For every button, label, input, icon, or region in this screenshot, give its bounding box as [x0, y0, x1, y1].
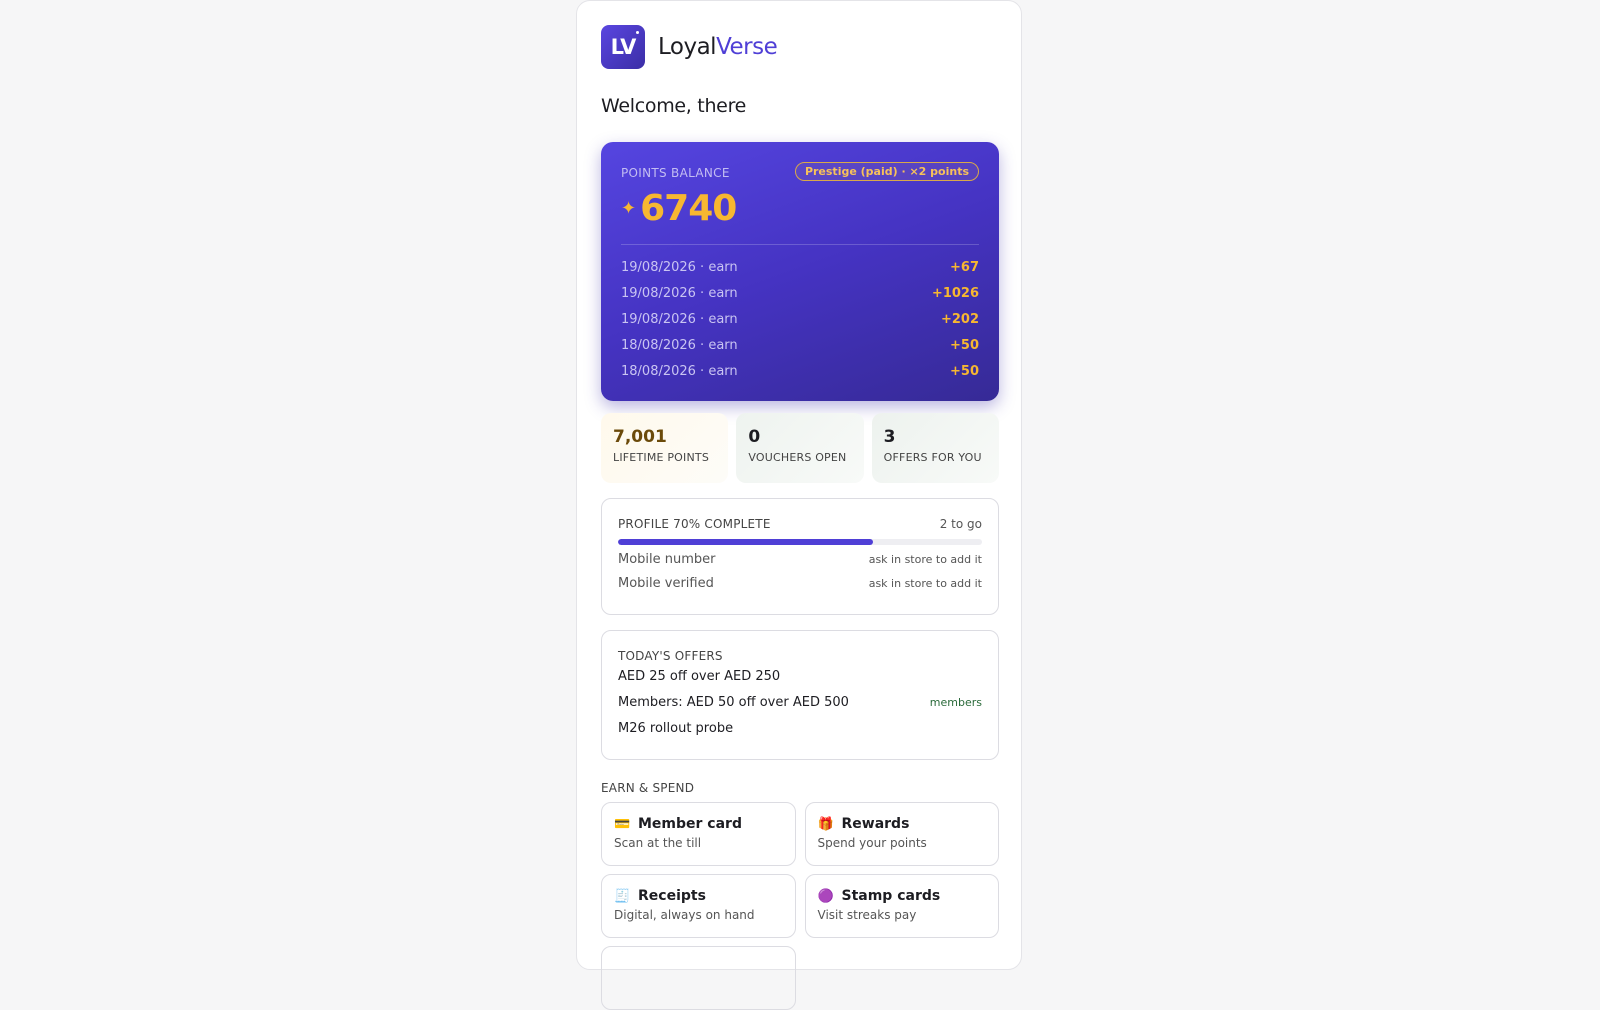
stats-row: 7,001 LIFETIME POINTS 0 VOUCHERS OPEN 3 …	[601, 413, 999, 483]
tile-rewards[interactable]: 🎁 Rewards Spend your points	[804, 802, 999, 866]
stat-offers-for-you[interactable]: 3 OFFERS FOR YOU	[871, 413, 999, 483]
stat-label: OFFERS FOR YOU	[883, 451, 982, 464]
tier-badge: Prestige (paid) · ×2 points	[794, 162, 979, 181]
transaction-row: 18/08/2026 · earn +50	[621, 333, 979, 359]
app-container: LV LoyalVerse Welcome, there POINTS BALA…	[576, 0, 1022, 1010]
profile-progress-bar	[618, 539, 982, 545]
profile-title: PROFILE 70% COMPLETE	[618, 517, 771, 531]
welcome-heading: Welcome, there	[601, 95, 747, 117]
transaction-desc: 19/08/2026 · earn	[621, 260, 738, 275]
profile-field: Mobile verified	[618, 576, 714, 591]
transaction-amount: +67	[950, 260, 979, 275]
transaction-amount: +50	[950, 338, 979, 353]
points-balance-label: POINTS BALANCE	[621, 166, 730, 180]
profile-field: Mobile number	[618, 552, 716, 567]
tile-subtitle: Scan at the till	[614, 836, 702, 850]
tile-receipts[interactable]: 🧾 Receipts Digital, always on hand	[601, 874, 796, 938]
profile-progress-fill	[618, 539, 873, 545]
earn-spend-grid: 💳 Member card Scan at the till 🎁 Rewards…	[601, 802, 999, 1010]
todays-offers-card: TODAY'S OFFERS AED 25 off over AED 250 M…	[601, 630, 999, 760]
transaction-list: 19/08/2026 · earn +67 19/08/2026 · earn …	[621, 255, 979, 385]
offers-title: TODAY'S OFFERS	[618, 649, 723, 663]
card-icon: 💳	[614, 816, 631, 832]
tile-header: 🟣 Stamp cards	[818, 888, 987, 904]
stat-vouchers-open[interactable]: 0 VOUCHERS OPEN	[736, 413, 864, 483]
tile-title: Receipts	[638, 888, 706, 904]
offer-text: M26 rollout probe	[618, 720, 734, 736]
tile-title: Member card	[638, 816, 742, 832]
logo: LV	[601, 25, 645, 69]
transaction-row: 19/08/2026 · earn +67	[621, 255, 979, 281]
stamp-icon: 🟣	[817, 888, 834, 904]
logo-text: LV	[610, 35, 637, 59]
transaction-row: 19/08/2026 · earn +1026	[621, 281, 979, 307]
profile-row: Mobile number ask in store to add it	[618, 550, 982, 569]
tile-subtitle: Spend your points	[817, 836, 927, 850]
tile-subtitle: Digital, always on hand	[614, 908, 755, 922]
stat-lifetime-points[interactable]: 7,001 LIFETIME POINTS	[601, 413, 729, 483]
transaction-desc: 19/08/2026 · earn	[621, 286, 738, 301]
transaction-row: 19/08/2026 · earn +202	[621, 307, 979, 333]
profile-hint: ask in store to add it	[868, 553, 982, 566]
tile-header: 🎁 Rewards	[818, 816, 987, 832]
transaction-desc: 18/08/2026 · earn	[621, 338, 738, 353]
transaction-desc: 18/08/2026 · earn	[621, 364, 738, 379]
divider	[621, 244, 979, 245]
points-balance-number: 6740	[640, 188, 737, 229]
transaction-amount: +50	[950, 364, 979, 379]
transaction-row: 18/08/2026 · earn +50	[621, 359, 979, 385]
offer-item[interactable]: AED 25 off over AED 250	[618, 663, 982, 689]
tile-title: Stamp cards	[841, 888, 941, 904]
profile-hint: ask in store to add it	[868, 577, 982, 590]
stat-value: 0	[748, 427, 761, 447]
stat-value: 3	[883, 427, 896, 447]
tile-subtitle: Visit streaks pay	[817, 908, 917, 922]
profile-completion-card[interactable]: PROFILE 70% COMPLETE 2 to go Mobile numb…	[601, 498, 999, 615]
stat-value: 7,001	[613, 427, 667, 447]
tile-member-card[interactable]: 💳 Member card Scan at the till	[601, 802, 796, 866]
brand-name-part1: Loyal	[658, 34, 717, 60]
profile-header: PROFILE 70% COMPLETE 2 to go	[618, 517, 982, 531]
receipt-icon: 🧾	[614, 888, 631, 904]
gift-icon: 🎁	[817, 816, 834, 832]
stat-label: VOUCHERS OPEN	[748, 451, 847, 464]
offer-text: AED 25 off over AED 250	[618, 668, 781, 684]
transaction-amount: +202	[940, 312, 979, 327]
points-balance-card[interactable]: POINTS BALANCE Prestige (paid) · ×2 poin…	[601, 142, 999, 401]
earn-spend-label: EARN & SPEND	[601, 781, 695, 795]
transaction-amount: +1026	[931, 286, 979, 301]
header: LV LoyalVerse	[601, 25, 778, 69]
brand-name: LoyalVerse	[658, 34, 778, 60]
tile-stamp-cards[interactable]: 🟣 Stamp cards Visit streaks pay	[804, 874, 999, 938]
offer-item[interactable]: Members: AED 50 off over AED 500 members	[618, 689, 982, 715]
offer-tag-members: members	[929, 695, 982, 709]
offer-item[interactable]: M26 rollout probe	[618, 715, 982, 741]
profile-row: Mobile verified ask in store to add it	[618, 574, 982, 593]
logo-dot	[636, 31, 639, 34]
tile-partial[interactable]	[601, 946, 796, 1010]
offer-text: Members: AED 50 off over AED 500	[618, 694, 849, 710]
profile-remaining: 2 to go	[939, 517, 982, 531]
tile-title: Rewards	[841, 816, 910, 832]
tile-header: 💳 Member card	[614, 816, 783, 832]
stat-label: LIFETIME POINTS	[613, 451, 710, 464]
tile-header: 🧾 Receipts	[614, 888, 783, 904]
transaction-desc: 19/08/2026 · earn	[621, 312, 738, 327]
brand-name-part2: Verse	[716, 34, 778, 60]
points-balance-value: ✦ 6740	[621, 188, 737, 229]
star-icon: ✦	[621, 198, 637, 219]
